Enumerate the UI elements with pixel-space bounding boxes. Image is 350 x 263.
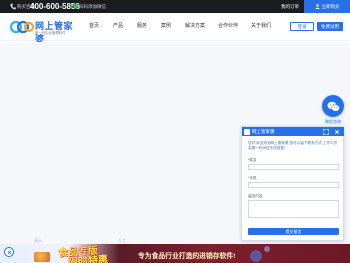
message-textarea[interactable] [248,200,339,218]
chat-avatar [244,128,250,135]
submit-message-button[interactable]: 提交留言 [248,228,339,235]
wechat-icon [72,3,78,9]
phone-field-label: *手机 [248,176,257,180]
wechat-icon [327,101,340,111]
phone-icon [10,3,16,10]
site-logo[interactable]: 网上管家婆 新一代企业管理软件 [10,17,82,44]
promo-banner[interactable]: 演示 人工 食品专版 限时特惠 专为食品行业打造的进销存软件! [0,238,350,263]
top-bar: 购买咨询 400-600-5856 扫码添加微信 我的订单 立即购买 [0,0,350,13]
nav-item-about[interactable]: 关于我们 [251,22,271,29]
nav-item-home[interactable]: 首页 [89,22,99,29]
site-header: 网上管家婆 新一代企业管理软件 首页 产品 服务 案例 解决方案 合作伙伴 关于… [0,13,350,44]
brand-slogan: 新一代企业管理软件 [35,31,66,35]
promo-subline: 专为食品行业打造的进销存软件! [138,253,236,260]
nav-item-partners[interactable]: 合作伙伴 [218,22,238,29]
login-button[interactable]: 登录 [290,22,314,31]
promo-decoration [250,250,262,262]
wechat-consult-button[interactable] [322,95,344,117]
logo-mark-icon [10,20,34,34]
promo-faded-text-right: 人工 [118,238,126,243]
promo-faded-text-left: 演示 [34,238,42,243]
chat-welcome-message: 您好,欢迎来到网上管家婆,您可以留下联系方式,工作人员会第一时间给予您回复! [248,141,338,150]
nav-item-services[interactable]: 服务 [137,22,147,29]
close-icon[interactable] [334,129,340,135]
close-icon [7,250,11,254]
name-field[interactable] [248,164,339,170]
food-image [34,252,50,262]
buy-now-button[interactable]: 立即购买 [304,0,350,13]
expand-icon[interactable] [323,128,329,135]
free-trial-button[interactable]: 免费试用 [317,22,343,31]
chat-panel: 网上管家婆 您好,欢迎来到网上管家婆,您可以留下联系方式,工作人员会第一时间给予… [241,126,344,241]
nav-item-solutions[interactable]: 解决方案 [185,22,205,29]
promo-close-button[interactable] [4,247,14,257]
phone-field[interactable] [248,182,339,188]
name-field-label: *姓名 [248,158,257,162]
message-field-label: 留言内容 [248,194,263,198]
buy-now-label: 立即购买 [321,3,340,9]
nav-item-products[interactable]: 产品 [113,22,123,29]
nav-item-cases[interactable]: 案例 [161,22,171,29]
chat-title: 网上管家婆 [252,129,275,134]
promo-decoration-small [264,246,270,252]
promo-headline-2: 限时特惠 [67,254,109,263]
my-orders-link[interactable]: 我的订单 [281,4,299,10]
wechat-consult-label: 微信咨询 [325,119,341,124]
chat-header: 网上管家婆 [242,127,344,136]
user-icon [314,4,320,9]
wechat-link[interactable]: 扫码添加微信 [79,4,106,10]
